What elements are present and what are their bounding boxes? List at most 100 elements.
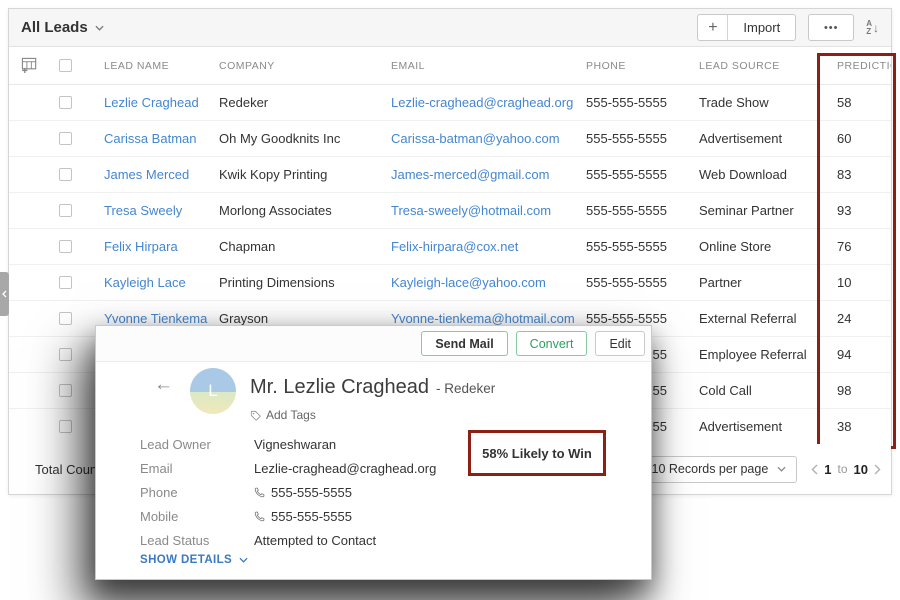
sort-az-button[interactable]: AZ ↓ xyxy=(866,20,879,36)
popup-action-buttons: Send Mail Convert Edit xyxy=(421,331,645,356)
lead-status-value: Attempted to Contact xyxy=(254,533,376,548)
prev-page-icon[interactable] xyxy=(811,464,818,475)
company-cell: Printing Dimensions xyxy=(219,275,391,290)
prediction-cell: 94 xyxy=(831,347,891,362)
row-checkbox[interactable] xyxy=(59,96,72,109)
edit-button[interactable]: Edit xyxy=(595,331,645,356)
prediction-cell: 38 xyxy=(831,419,891,434)
total-count-label: Total Count: xyxy=(35,462,104,477)
row-checkbox[interactable] xyxy=(59,240,72,253)
row-checkbox[interactable] xyxy=(59,132,72,145)
page-range-start: 1 xyxy=(824,462,831,477)
lead-name-link[interactable]: Tresa Sweely xyxy=(104,203,219,218)
phone-cell: 555-555-5555 xyxy=(586,275,699,290)
avatar: L xyxy=(190,368,236,414)
lead-source-cell: Partner xyxy=(699,275,831,290)
header-lead-name: LEAD NAME xyxy=(104,60,219,72)
lead-name-link[interactable]: James Merced xyxy=(104,167,219,182)
prediction-cell: 76 xyxy=(831,239,891,254)
email-link[interactable]: James-merced@gmail.com xyxy=(391,167,586,182)
lead-title: Mr. Lezlie Craghead - Redeker xyxy=(250,376,495,399)
prediction-cell: 58 xyxy=(831,95,891,110)
table-row: Felix Hirpara Chapman Felix-hirpara@cox.… xyxy=(9,229,891,265)
email-link[interactable]: Tresa-sweely@hotmail.com xyxy=(391,203,586,218)
sort-az-icon: AZ xyxy=(866,20,872,36)
header-prediction: PREDICTION xyxy=(831,60,891,72)
email-link[interactable]: Felix-hirpara@cox.net xyxy=(391,239,586,254)
phone-cell: 555-555-5555 xyxy=(586,311,699,326)
row-checkbox[interactable] xyxy=(59,384,72,397)
row-checkbox[interactable] xyxy=(59,168,72,181)
email-link[interactable]: Yvonne-tienkema@hotmail.com xyxy=(391,311,586,326)
lead-source-cell: Online Store xyxy=(699,239,831,254)
company-cell: Chapman xyxy=(219,239,391,254)
lead-company-suffix: - Redeker xyxy=(436,381,495,396)
lead-phone-value: 555-555-5555 xyxy=(254,485,352,500)
phone-cell: 555-555-5555 xyxy=(586,95,699,110)
phone-cell: 555-555-5555 xyxy=(586,203,699,218)
lead-fields: Lead Owner Vigneshwaran Email Lezlie-cra… xyxy=(140,432,461,552)
row-checkbox[interactable] xyxy=(59,348,72,361)
email-link[interactable]: Kayleigh-lace@yahoo.com xyxy=(391,275,586,290)
field-row: Phone 555-555-5555 xyxy=(140,480,461,504)
sidebar-collapse-handle[interactable] xyxy=(0,272,9,316)
email-link[interactable]: Carissa-batman@yahoo.com xyxy=(391,131,586,146)
row-checkbox[interactable] xyxy=(59,276,72,289)
prediction-cell: 60 xyxy=(831,131,891,146)
pagination: 1 to 10 xyxy=(811,462,881,477)
create-import-group: + Import xyxy=(697,14,796,41)
lead-source-cell: Web Download xyxy=(699,167,831,182)
select-all-checkbox[interactable] xyxy=(59,59,72,72)
edit-columns-icon[interactable] xyxy=(9,57,51,74)
lead-detail-popup: Send Mail Convert Edit ← L Mr. Lezlie Cr… xyxy=(95,325,652,580)
page-range-end: 10 xyxy=(854,462,868,477)
header-lead-source: LEAD SOURCE xyxy=(699,60,831,72)
phone-cell: 555-555-5555 xyxy=(586,167,699,182)
lead-source-cell: Advertisement xyxy=(699,131,831,146)
email-link[interactable]: Lezlie-craghead@craghead.org xyxy=(391,95,586,110)
phone-icon xyxy=(254,487,265,498)
table-row: Lezlie Craghead Redeker Lezlie-craghead@… xyxy=(9,85,891,121)
popup-header: Send Mail Convert Edit xyxy=(96,326,651,362)
lead-name-link[interactable]: Kayleigh Lace xyxy=(104,275,219,290)
field-row: Email Lezlie-craghead@craghead.org xyxy=(140,456,461,480)
lead-name-link[interactable]: Felix Hirpara xyxy=(104,239,219,254)
row-checkbox[interactable] xyxy=(59,204,72,217)
header-company: COMPANY xyxy=(219,60,391,72)
header-phone: PHONE xyxy=(586,60,699,72)
lead-source-cell: External Referral xyxy=(699,311,831,326)
table-row: Kayleigh Lace Printing Dimensions Kaylei… xyxy=(9,265,891,301)
convert-button[interactable]: Convert xyxy=(516,331,588,356)
next-page-icon[interactable] xyxy=(874,464,881,475)
send-mail-button[interactable]: Send Mail xyxy=(421,331,507,356)
prediction-cell: 93 xyxy=(831,203,891,218)
row-checkbox[interactable] xyxy=(59,420,72,433)
view-selector[interactable]: All Leads xyxy=(21,19,104,36)
table-row: Carissa Batman Oh My Goodknits Inc Caris… xyxy=(9,121,891,157)
lead-full-name: Mr. Lezlie Craghead xyxy=(250,376,429,399)
prediction-cell: 98 xyxy=(831,383,891,398)
records-per-page-dropdown[interactable]: 10 Records per page xyxy=(641,456,798,483)
add-lead-button[interactable]: + xyxy=(698,15,728,40)
chevron-down-icon xyxy=(239,557,248,563)
view-selector-label: All Leads xyxy=(21,19,88,36)
add-tags-link[interactable]: Add Tags xyxy=(250,408,316,422)
lead-name-link[interactable]: Lezlie Craghead xyxy=(104,95,219,110)
prediction-cell: 10 xyxy=(831,275,891,290)
back-arrow-icon[interactable]: ← xyxy=(154,374,173,396)
toolbar-actions: + Import ••• AZ ↓ xyxy=(697,14,879,41)
lead-name-link[interactable]: Carissa Batman xyxy=(104,131,219,146)
table-row: James Merced Kwik Kopy Printing James-me… xyxy=(9,157,891,193)
import-button[interactable]: Import xyxy=(728,15,795,40)
show-details-link[interactable]: SHOW DETAILS xyxy=(140,554,248,566)
lead-name-link[interactable]: Yvonne Tienkema xyxy=(104,311,219,326)
row-checkbox[interactable] xyxy=(59,312,72,325)
lead-source-cell: Cold Call xyxy=(699,383,831,398)
company-cell: Redeker xyxy=(219,95,391,110)
tag-icon xyxy=(250,410,261,421)
field-row: Mobile 555-555-5555 xyxy=(140,504,461,528)
lead-mobile-value: 555-555-5555 xyxy=(254,509,352,524)
prediction-cell: 24 xyxy=(831,311,891,326)
chevron-down-icon xyxy=(777,466,786,472)
more-actions-button[interactable]: ••• xyxy=(808,14,854,41)
